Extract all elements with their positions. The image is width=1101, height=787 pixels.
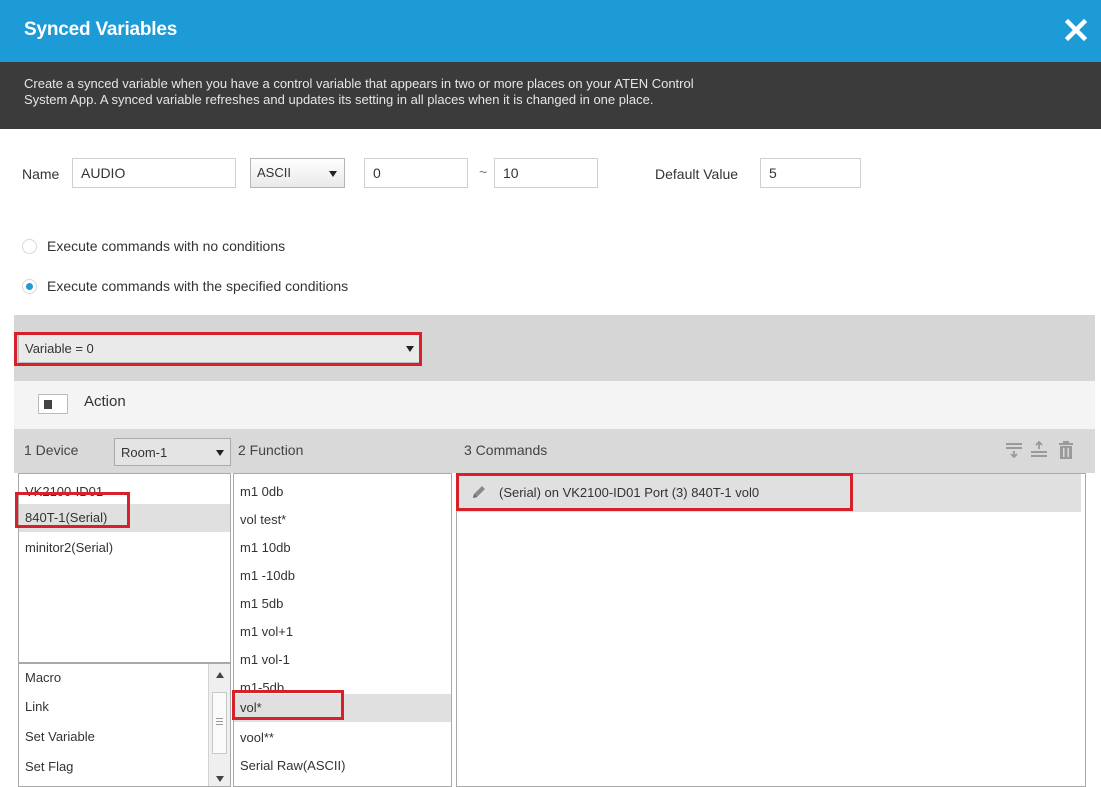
- function-item[interactable]: vol test*: [234, 506, 451, 534]
- chevron-down-icon: [329, 171, 337, 177]
- variable-form: Name ASCII ~ Default Value: [0, 129, 1101, 219]
- range-separator: ~: [479, 164, 488, 180]
- insert-below-icon[interactable]: [1005, 441, 1023, 459]
- commands-header: 3 Commands: [464, 442, 548, 458]
- radio-button[interactable]: [22, 278, 37, 294]
- function-item[interactable]: m1 10db: [234, 534, 451, 562]
- commands-list: (Serial) on VK2100-ID01 Port (3) 840T-1 …: [456, 473, 1086, 787]
- condition-bar: Variable = 0: [14, 315, 1095, 381]
- action-toggle[interactable]: [38, 394, 68, 414]
- device-type-scrollbar[interactable]: [208, 664, 230, 786]
- function-item[interactable]: vool**: [234, 724, 451, 752]
- title-bar: Synced Variables: [0, 0, 1101, 62]
- pencil-icon[interactable]: [471, 484, 487, 500]
- radio-no-conditions[interactable]: Execute commands with no conditions: [22, 235, 285, 257]
- device-type-item[interactable]: Macro: [19, 664, 209, 692]
- function-item[interactable]: m1 0db: [234, 478, 451, 506]
- function-header: 2 Function: [238, 442, 304, 458]
- default-value-input[interactable]: [760, 158, 861, 188]
- radio-label: Execute commands with the specified cond…: [47, 278, 349, 294]
- device-type-list: Macro Link Set Variable Set Flag: [18, 663, 231, 787]
- close-icon[interactable]: [1061, 15, 1091, 45]
- scroll-up-icon[interactable]: [216, 672, 224, 678]
- function-item[interactable]: m1 -10db: [234, 562, 451, 590]
- device-item[interactable]: 840T-1(Serial): [19, 504, 230, 532]
- function-item[interactable]: Serial Raw(ASCII): [234, 752, 451, 780]
- scroll-down-icon[interactable]: [216, 776, 224, 782]
- device-type-item[interactable]: Set Flag: [19, 753, 209, 781]
- condition-select-value: Variable = 0: [25, 341, 94, 356]
- function-item[interactable]: m1 vol+1: [234, 618, 451, 646]
- device-item[interactable]: minitor2(Serial): [19, 534, 230, 562]
- trash-icon[interactable]: [1057, 441, 1075, 459]
- function-list: m1 0db vol test* m1 10db m1 -10db m1 5db…: [233, 473, 452, 787]
- dialog-title: Synced Variables: [24, 19, 178, 40]
- device-type-item[interactable]: Set Variable: [19, 723, 209, 751]
- device-header: 1 Device: [24, 442, 79, 458]
- column-header: 1 Device Room-1 2 Function 3 Commands: [14, 429, 1095, 473]
- description-line-1: Create a synced variable when you have a…: [24, 76, 694, 91]
- device-item[interactable]: VK2100-ID01: [19, 478, 230, 506]
- radio-specified-conditions[interactable]: Execute commands with the specified cond…: [22, 275, 348, 297]
- description-line-2: System App. A synced variable refreshes …: [24, 92, 654, 107]
- function-item[interactable]: vol*: [234, 694, 451, 722]
- type-select-value: ASCII: [257, 165, 291, 180]
- condition-select[interactable]: Variable = 0: [18, 333, 420, 363]
- command-row[interactable]: (Serial) on VK2100-ID01 Port (3) 840T-1 …: [457, 474, 1081, 512]
- action-row: Action: [14, 381, 1095, 429]
- device-type-item[interactable]: Link: [19, 693, 209, 721]
- synced-variables-dialog: Synced Variables Create a synced variabl…: [0, 0, 1101, 787]
- insert-above-icon[interactable]: [1030, 440, 1048, 459]
- device-list: VK2100-ID01 840T-1(Serial) minitor2(Seri…: [18, 473, 231, 663]
- chevron-down-icon: [216, 450, 224, 456]
- room-select[interactable]: Room-1: [114, 438, 231, 466]
- name-label: Name: [22, 166, 60, 182]
- type-select[interactable]: ASCII: [250, 158, 345, 188]
- name-input[interactable]: [72, 158, 236, 188]
- radio-button[interactable]: [22, 238, 37, 254]
- scroll-thumb[interactable]: [212, 692, 227, 754]
- command-text: (Serial) on VK2100-ID01 Port (3) 840T-1 …: [499, 485, 760, 500]
- radio-label: Execute commands with no conditions: [47, 238, 286, 254]
- min-value-input[interactable]: [364, 158, 468, 188]
- function-item[interactable]: m1 vol-1: [234, 646, 451, 674]
- function-item[interactable]: m1 5db: [234, 590, 451, 618]
- description: Create a synced variable when you have a…: [0, 62, 1101, 129]
- default-value-label: Default Value: [655, 166, 739, 182]
- chevron-down-icon: [406, 346, 414, 352]
- room-select-value: Room-1: [121, 445, 168, 460]
- max-value-input[interactable]: [494, 158, 598, 188]
- action-label: Action: [84, 393, 126, 410]
